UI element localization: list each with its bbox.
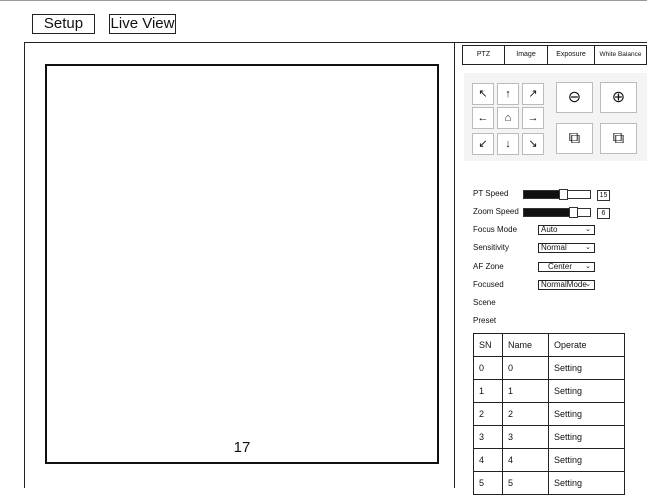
tab-ptz[interactable]: PTZ: [462, 45, 505, 65]
row-name: 3: [502, 425, 549, 449]
row-sn: 1: [473, 379, 503, 403]
zoom-speed-slider[interactable]: [523, 207, 591, 218]
table-row: 5 5 Setting: [473, 471, 625, 495]
sensitivity-value: Normal: [541, 243, 567, 252]
tab-white-balance[interactable]: White Balance: [594, 45, 647, 65]
video-canvas[interactable]: 17: [45, 64, 439, 464]
sensitivity-select[interactable]: Normal ⌄: [538, 243, 595, 253]
tab-exposure[interactable]: Exposure: [547, 45, 595, 65]
home-icon[interactable]: ⌂: [497, 107, 519, 129]
chevron-down-icon: ⌄: [585, 244, 591, 251]
pt-speed-handle[interactable]: [558, 189, 568, 200]
up-arrow-icon[interactable]: ↑: [497, 83, 519, 105]
scene-label: Scene: [473, 298, 496, 307]
right-arrow-icon[interactable]: →: [522, 107, 544, 129]
table-row: 3 3 Setting: [473, 425, 625, 449]
row-sn: 4: [473, 448, 503, 472]
focused-value: NormalMode: [541, 280, 587, 289]
down-left-arrow-icon[interactable]: ↙: [472, 133, 494, 155]
row-setting-link[interactable]: Setting: [548, 425, 625, 449]
table-row: 2 2 Setting: [473, 402, 625, 426]
row-name: 4: [502, 448, 549, 472]
live-view-button[interactable]: Live View: [109, 14, 176, 34]
row-name: 0: [502, 356, 549, 380]
zoom-speed-handle[interactable]: [568, 207, 578, 218]
zoom-speed-label: Zoom Speed: [473, 207, 519, 216]
focus-near-icon[interactable]: ⧉: [556, 123, 593, 154]
row-sn: 3: [473, 425, 503, 449]
focused-select[interactable]: NormalMode ⌄: [538, 280, 595, 290]
top-divider: [0, 0, 647, 1]
video-overlay-number: 17: [233, 439, 251, 456]
preset-table: SN Name Operate 0 0 Setting 1 1 Setting …: [473, 333, 625, 495]
header-sn: SN: [473, 333, 503, 357]
row-name: 5: [502, 471, 549, 495]
row-setting-link[interactable]: Setting: [548, 356, 625, 380]
af-zone-label: AF Zone: [473, 262, 504, 271]
preset-table-header: SN Name Operate: [473, 333, 625, 357]
af-zone-value: Center: [548, 262, 573, 271]
row-sn: 0: [473, 356, 503, 380]
af-zone-select[interactable]: Center ⌄: [538, 262, 595, 272]
pt-speed-value: 15: [597, 190, 610, 201]
down-arrow-icon[interactable]: ↓: [497, 133, 519, 155]
chevron-down-icon: ⌄: [585, 281, 591, 288]
zoom-speed-fill: [524, 209, 574, 216]
left-arrow-icon[interactable]: ←: [472, 107, 494, 129]
zoom-out-icon[interactable]: ⊖: [556, 82, 593, 113]
row-name: 2: [502, 402, 549, 426]
zoom-in-icon[interactable]: ⊕: [600, 82, 637, 113]
down-right-arrow-icon[interactable]: ↘: [522, 133, 544, 155]
chevron-down-icon: ⌄: [585, 226, 591, 233]
setup-button[interactable]: Setup: [32, 14, 95, 34]
row-setting-link[interactable]: Setting: [548, 448, 625, 472]
focus-mode-label: Focus Mode: [473, 225, 518, 234]
table-row: 0 0 Setting: [473, 356, 625, 380]
row-sn: 5: [473, 471, 503, 495]
row-setting-link[interactable]: Setting: [548, 379, 625, 403]
header-operate: Operate: [548, 333, 625, 357]
chevron-down-icon: ⌄: [585, 263, 591, 270]
preset-label: Preset: [473, 316, 497, 325]
focus-mode-select[interactable]: Auto ⌄: [538, 225, 595, 235]
row-sn: 2: [473, 402, 503, 426]
up-right-arrow-icon[interactable]: ↗: [522, 83, 544, 105]
header-name: Name: [502, 333, 549, 357]
pt-speed-slider[interactable]: [523, 189, 591, 200]
pt-speed-label: PT Speed: [473, 189, 509, 198]
row-name: 1: [502, 379, 549, 403]
table-row: 1 1 Setting: [473, 379, 625, 403]
sensitivity-label: Sensitivity: [473, 243, 510, 252]
focused-label: Focused: [473, 280, 504, 289]
focus-mode-value: Auto: [541, 225, 558, 234]
focus-far-icon[interactable]: ⧉: [600, 123, 637, 154]
row-setting-link[interactable]: Setting: [548, 402, 625, 426]
row-setting-link[interactable]: Setting: [548, 471, 625, 495]
tab-image[interactable]: Image: [504, 45, 548, 65]
table-row: 4 4 Setting: [473, 448, 625, 472]
zoom-speed-value: 6: [597, 208, 610, 219]
up-left-arrow-icon[interactable]: ↖: [472, 83, 494, 105]
